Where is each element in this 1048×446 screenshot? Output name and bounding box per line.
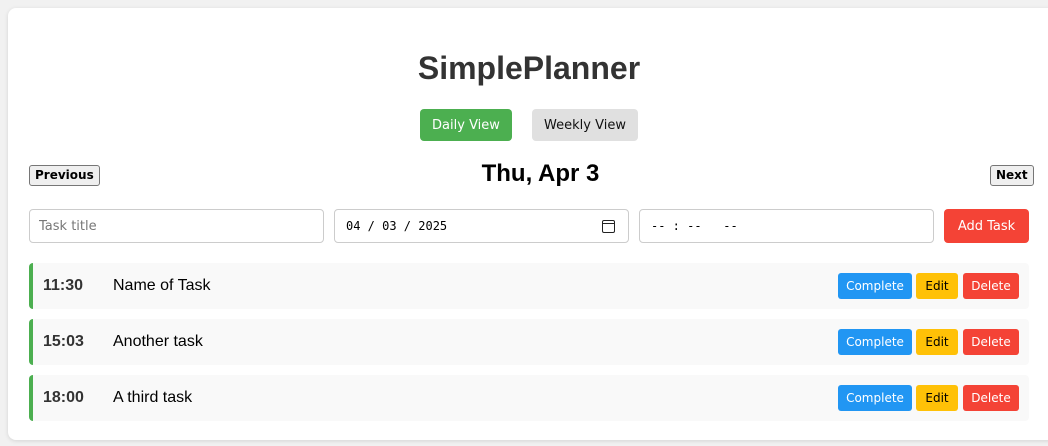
app-title: SimplePlanner bbox=[417, 50, 641, 86]
task-time: 18:00 bbox=[43, 389, 84, 406]
task-title: A third task bbox=[113, 389, 193, 406]
delete-button[interactable]: Delete bbox=[963, 273, 1019, 299]
edit-button[interactable]: Edit bbox=[916, 385, 958, 411]
edit-button[interactable]: Edit bbox=[916, 273, 958, 299]
daily-view-button[interactable]: Daily View bbox=[420, 109, 512, 141]
task-time-input[interactable]: -- : -- -- bbox=[639, 209, 934, 243]
weekly-view-button[interactable]: Weekly View bbox=[532, 109, 638, 141]
task-title: Name of Task bbox=[113, 277, 211, 294]
task-title: Another task bbox=[113, 333, 203, 350]
task-date-input[interactable]: 04 / 03 / 2025 bbox=[334, 209, 629, 243]
task-title-input[interactable] bbox=[29, 209, 324, 243]
task-time: 11:30 bbox=[43, 277, 84, 294]
complete-button[interactable]: Complete bbox=[838, 329, 912, 355]
current-date-heading: Thu, Apr 3 bbox=[481, 160, 600, 187]
task-time-value: -- : -- -- bbox=[651, 219, 738, 233]
delete-button[interactable]: Delete bbox=[963, 329, 1019, 355]
task-date-value: 04 / 03 / 2025 bbox=[346, 219, 448, 233]
delete-button[interactable]: Delete bbox=[963, 385, 1019, 411]
complete-button[interactable]: Complete bbox=[838, 273, 912, 299]
next-button[interactable]: Next bbox=[990, 165, 1034, 186]
complete-button[interactable]: Complete bbox=[838, 385, 912, 411]
task-time: 15:03 bbox=[43, 333, 84, 350]
task-row: 15:03 Another task Complete Edit Delete bbox=[29, 319, 1029, 365]
edit-button[interactable]: Edit bbox=[916, 329, 958, 355]
calendar-icon[interactable] bbox=[602, 219, 615, 233]
task-row: 18:00 A third task Complete Edit Delete bbox=[29, 375, 1029, 421]
add-task-button[interactable]: Add Task bbox=[944, 209, 1029, 243]
task-row: 11:30 Name of Task Complete Edit Delete bbox=[29, 263, 1029, 309]
